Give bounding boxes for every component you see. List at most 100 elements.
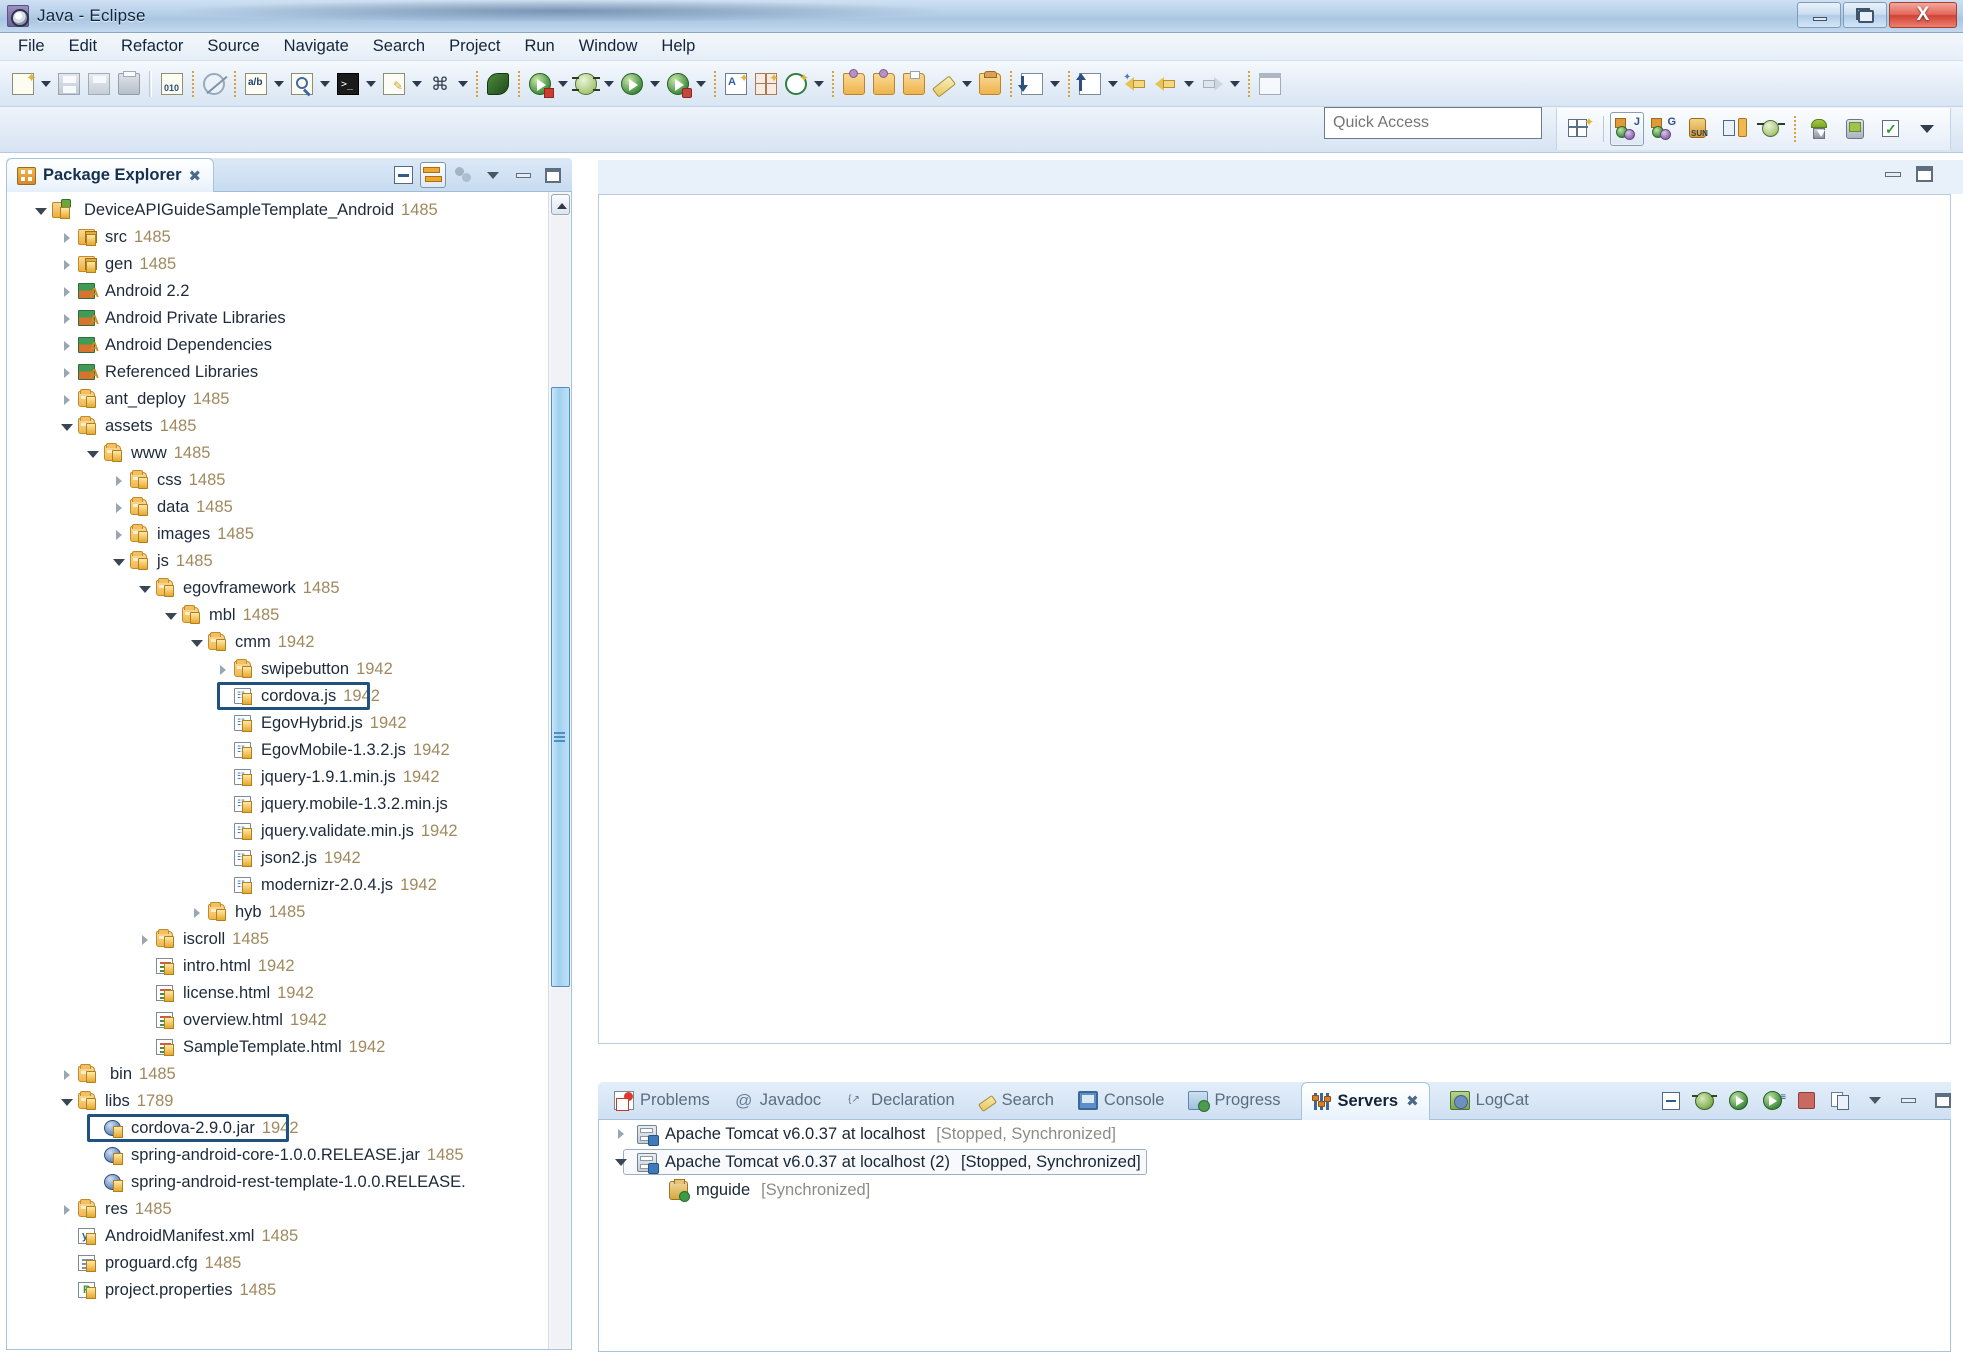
tree-row[interactable]: y AndroidManifest.xml 1485 — [7, 1223, 531, 1250]
save-button[interactable] — [54, 69, 84, 99]
chevron-down-icon[interactable] — [693, 69, 709, 99]
tree-row[interactable]: bin 1485 — [7, 1061, 531, 1088]
close-button[interactable]: X — [1889, 2, 1957, 28]
tab-progress[interactable]: Progress — [1184, 1082, 1284, 1120]
scroll-up-button[interactable] — [551, 194, 570, 215]
publish-server-icon[interactable] — [1828, 1088, 1853, 1113]
perspective-java-browsing[interactable]: G — [1646, 112, 1680, 146]
tab-problems[interactable]: Problems — [610, 1082, 714, 1120]
open-perspective-button[interactable]: ✦ — [1563, 112, 1597, 146]
validate-icon[interactable]: ✓ — [1874, 112, 1908, 146]
tree-row[interactable]: Android Dependencies — [7, 332, 531, 359]
menu-navigate[interactable]: Navigate — [272, 34, 361, 59]
expand-arrow-icon[interactable] — [59, 230, 75, 246]
chevron-down-icon[interactable] — [959, 69, 975, 99]
chevron-down-icon[interactable] — [1181, 69, 1197, 99]
server-row[interactable]: mguide [Synchronized] — [599, 1176, 1950, 1204]
run-button[interactable] — [617, 69, 647, 99]
scroll-thumb[interactable] — [551, 387, 570, 987]
chevron-down-icon[interactable] — [317, 69, 333, 99]
menu-project[interactable]: Project — [437, 34, 512, 59]
expand-arrow-icon[interactable] — [215, 662, 231, 678]
export-button[interactable] — [1075, 69, 1105, 99]
chevron-down-icon[interactable] — [1227, 69, 1243, 99]
expand-arrow-icon[interactable] — [59, 338, 75, 354]
tree-row[interactable]: license.html 1942 — [7, 980, 531, 1007]
tab-package-explorer[interactable]: Package Explorer ✖ — [6, 158, 215, 192]
expand-arrow-icon[interactable] — [59, 284, 75, 300]
tree-row[interactable]: proguard.cfg 1485 — [7, 1250, 531, 1277]
editor-canvas[interactable] — [598, 194, 1951, 1044]
open-resource-button[interactable] — [975, 69, 1005, 99]
expand-arrow-icon[interactable] — [111, 500, 127, 516]
tab-logcat[interactable]: LogCat — [1446, 1082, 1533, 1120]
profile-server-icon[interactable]: ≡ — [1760, 1088, 1786, 1113]
tree-row[interactable]: mbl 1485 — [7, 602, 531, 629]
tree-row[interactable]: libs 1789 — [7, 1088, 531, 1115]
forward-button[interactable] — [1197, 69, 1227, 99]
skip-breakpoints-button[interactable] — [199, 69, 229, 99]
chevron-down-icon[interactable] — [480, 162, 506, 188]
tree-row[interactable]: hyb 1485 — [7, 899, 531, 926]
expand-arrow-icon[interactable] — [111, 473, 127, 489]
tab-servers[interactable]: Servers ✖ — [1300, 1081, 1430, 1120]
tree-row[interactable]: cmm 1942 — [7, 629, 531, 656]
tree-row[interactable]: overview.html 1942 — [7, 1007, 531, 1034]
back-button[interactable] — [1151, 69, 1181, 99]
chevron-down-icon[interactable] — [271, 69, 287, 99]
expand-arrow-icon[interactable] — [59, 1202, 75, 1218]
search-pencil-button[interactable] — [929, 69, 959, 99]
chevron-down-icon[interactable] — [363, 69, 379, 99]
maximize-view-icon[interactable] — [540, 162, 566, 188]
collapse-arrow-icon[interactable] — [33, 203, 49, 219]
egov-leaf-button[interactable] — [483, 69, 513, 99]
tree-row[interactable]: ☷ EgovHybrid.js 1942 — [7, 710, 531, 737]
android-device-icon[interactable] — [1838, 112, 1872, 146]
new-android-project-button[interactable]: A ✦ — [721, 69, 751, 99]
chevron-down-icon[interactable] — [811, 69, 827, 99]
menu-run[interactable]: Run — [512, 34, 566, 59]
perspective-java-ee[interactable]: SUN — [1682, 112, 1716, 146]
tree-row[interactable]: ☷ jquery.mobile-1.3.2.min.js — [7, 791, 531, 818]
chevron-down-icon[interactable] — [38, 69, 54, 99]
menu-refactor[interactable]: Refactor — [109, 34, 195, 59]
tree-row[interactable]: images 1485 — [7, 521, 531, 548]
tree-row[interactable]: spring-android-core-1.0.0.RELEASE.jar 148… — [7, 1142, 531, 1169]
tree-row[interactable]: swipebutton 1942 — [7, 656, 531, 683]
link-with-editor-icon[interactable] — [420, 162, 446, 188]
tree-row[interactable]: Android Private Libraries — [7, 305, 531, 332]
tree-row[interactable]: css 1485 — [7, 467, 531, 494]
print-button[interactable] — [114, 69, 144, 99]
menu-help[interactable]: Help — [649, 34, 707, 59]
collapse-arrow-icon[interactable] — [85, 446, 101, 462]
debug-server-icon[interactable] — [1692, 1088, 1717, 1113]
run-as-button[interactable] — [525, 69, 555, 99]
tree-row[interactable]: www 1485 — [7, 440, 531, 467]
quick-access-input[interactable] — [1324, 107, 1542, 139]
android-layout-button[interactable]: ✦ — [751, 69, 781, 99]
menu-edit[interactable]: Edit — [57, 34, 109, 59]
menu-source[interactable]: Source — [195, 34, 271, 59]
start-server-icon[interactable] — [1726, 1088, 1751, 1113]
expand-arrow-icon[interactable] — [59, 1067, 75, 1083]
tree-row[interactable]: ☷ EgovMobile-1.3.2.js 1942 — [7, 737, 531, 764]
stop-server-icon[interactable] — [1794, 1088, 1819, 1113]
open-package-button[interactable] — [839, 68, 869, 99]
collapse-arrow-icon[interactable] — [189, 635, 205, 651]
chevron-down-icon[interactable] — [555, 69, 571, 99]
tree-row[interactable]: assets 1485 — [7, 413, 531, 440]
run-external-button[interactable] — [663, 69, 693, 99]
server-row[interactable]: Apache Tomcat v6.0.37 at localhost [Stopp… — [599, 1120, 1950, 1148]
package-explorer-scrollbar[interactable] — [548, 192, 571, 1349]
open-package-3-button[interactable] — [899, 69, 929, 99]
expand-arrow-icon[interactable] — [59, 365, 75, 381]
chevron-down-icon[interactable] — [455, 69, 471, 99]
save-all-button[interactable] — [84, 69, 114, 99]
tree-row[interactable]: cordova-2.9.0.jar 1942 — [7, 1115, 531, 1142]
expand-arrow-icon[interactable] — [189, 905, 205, 921]
tree-row[interactable]: ☷ jquery-1.9.1.min.js 1942 — [7, 764, 531, 791]
expand-arrow-icon[interactable] — [59, 311, 75, 327]
tree-row[interactable]: ☷ json2.js 1942 — [7, 845, 531, 872]
tree-row[interactable]: data 1485 — [7, 494, 531, 521]
menu-window[interactable]: Window — [567, 34, 650, 59]
